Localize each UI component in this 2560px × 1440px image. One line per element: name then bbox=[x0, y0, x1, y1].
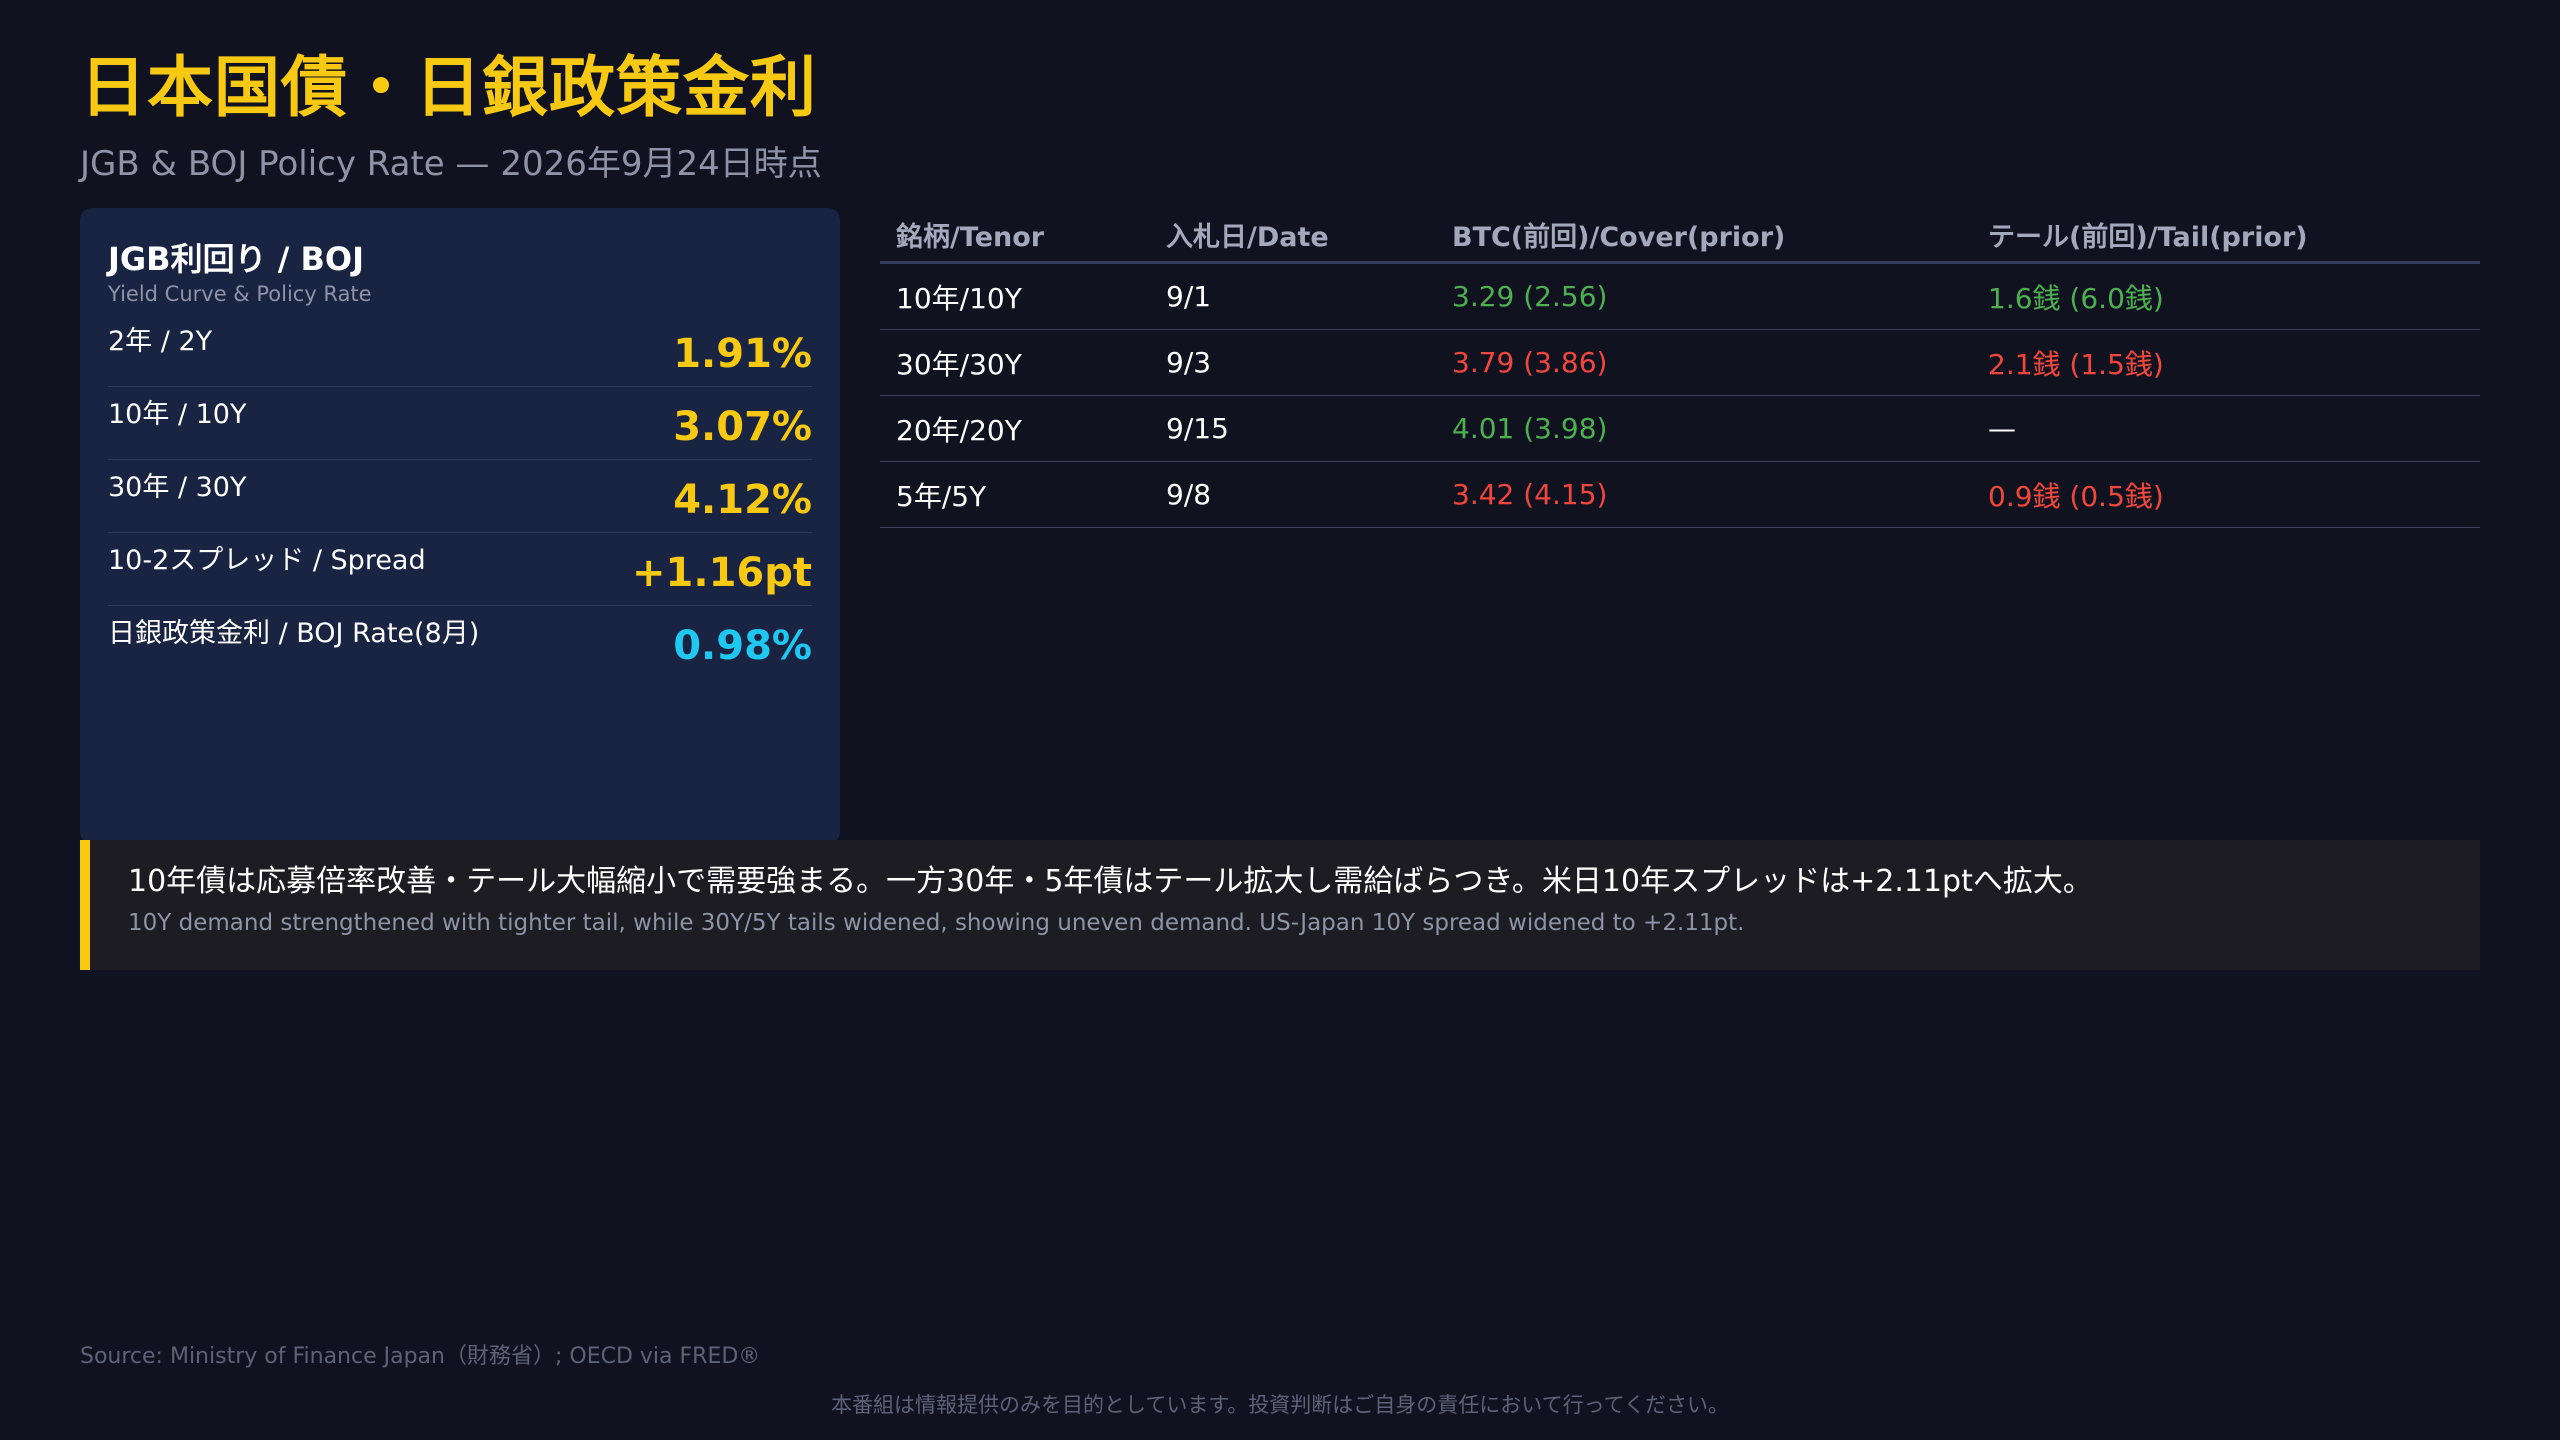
table-header: 銘柄/Tenor 入札日/Date BTC(前回)/Cover(prior) テ… bbox=[880, 208, 2480, 264]
cell-tenor: 20年/20Y bbox=[896, 413, 1022, 447]
cell-tail: 2.1銭 (1.5銭) bbox=[1988, 347, 2164, 381]
yield-card: JGB利回り / BOJ Yield Curve & Policy Rate 2… bbox=[80, 208, 840, 844]
disclaimer: 本番組は情報提供のみを目的としています。投資判断はご自身の責任において行ってくだ… bbox=[831, 1393, 1729, 1417]
metric-row-10y: 10年 / 10Y 3.07% bbox=[108, 387, 812, 460]
cell-cover: 4.01 (3.98) bbox=[1452, 412, 1608, 445]
cell-tail: 1.6銭 (6.0銭) bbox=[1988, 281, 2164, 315]
page-subtitle: JGB & BOJ Policy Rate — 2026年9月24日時点 bbox=[80, 144, 822, 184]
metric-row-spread: 10-2スプレッド / Spread +1.16pt bbox=[108, 533, 812, 606]
metric-row-2y: 2年 / 2Y 1.91% bbox=[108, 314, 812, 387]
column-header-tenor: 銘柄/Tenor bbox=[896, 222, 1045, 253]
table-row: 10年/10Y 9/1 3.29 (2.56) 1.6銭 (6.0銭) bbox=[880, 264, 2480, 330]
metric-label: 日銀政策金利 / BOJ Rate(8月) bbox=[108, 618, 480, 649]
cell-date: 9/8 bbox=[1166, 478, 1212, 511]
card-subtitle: Yield Curve & Policy Rate bbox=[108, 282, 372, 306]
column-header-cover: BTC(前回)/Cover(prior) bbox=[1452, 222, 1786, 253]
metric-label: 10年 / 10Y bbox=[108, 399, 247, 430]
cell-tenor: 10年/10Y bbox=[896, 281, 1022, 315]
cell-date: 9/3 bbox=[1166, 346, 1212, 379]
metric-row-boj-rate: 日銀政策金利 / BOJ Rate(8月) 0.98% bbox=[108, 606, 812, 679]
commentary-box: 10年債は応募倍率改善・テール大幅縮小で需要強まる。一方30年・5年債はテール拡… bbox=[80, 840, 2480, 970]
metric-label: 30年 / 30Y bbox=[108, 472, 247, 503]
table-row: 5年/5Y 9/8 3.42 (4.15) 0.9銭 (0.5銭) bbox=[880, 462, 2480, 528]
metric-value: 1.91% bbox=[673, 331, 812, 377]
metric-label: 10-2スプレッド / Spread bbox=[108, 545, 426, 576]
cell-date: 9/15 bbox=[1166, 412, 1229, 445]
cell-tail: — bbox=[1988, 412, 2016, 445]
metric-value: 0.98% bbox=[673, 623, 812, 669]
cell-cover: 3.79 (3.86) bbox=[1452, 346, 1608, 379]
metric-value: 3.07% bbox=[673, 404, 812, 450]
commentary-english: 10Y demand strengthened with tighter tai… bbox=[128, 910, 1745, 936]
cell-tail: 0.9銭 (0.5銭) bbox=[1988, 479, 2164, 513]
column-header-date: 入札日/Date bbox=[1166, 222, 1329, 253]
source-note: Source: Ministry of Finance Japan（財務省）; … bbox=[80, 1344, 761, 1369]
cell-cover: 3.29 (2.56) bbox=[1452, 280, 1608, 313]
auction-table: 銘柄/Tenor 入札日/Date BTC(前回)/Cover(prior) テ… bbox=[880, 208, 2480, 528]
commentary-japanese: 10年債は応募倍率改善・テール大幅縮小で需要強まる。一方30年・5年債はテール拡… bbox=[128, 864, 2093, 899]
card-title: JGB利回り / BOJ bbox=[108, 240, 365, 278]
table-row: 20年/20Y 9/15 4.01 (3.98) — bbox=[880, 396, 2480, 462]
page-title: 日本国債・日銀政策金利 bbox=[80, 49, 817, 126]
slide: 日本国債・日銀政策金利 JGB & BOJ Policy Rate — 2026… bbox=[0, 0, 2560, 1440]
table-row: 30年/30Y 9/3 3.79 (3.86) 2.1銭 (1.5銭) bbox=[880, 330, 2480, 396]
cell-tenor: 30年/30Y bbox=[896, 347, 1022, 381]
metric-value: +1.16pt bbox=[632, 550, 812, 596]
cell-cover: 3.42 (4.15) bbox=[1452, 478, 1608, 511]
metric-value: 4.12% bbox=[673, 477, 812, 523]
column-header-tail: テール(前回)/Tail(prior) bbox=[1988, 222, 2308, 253]
cell-date: 9/1 bbox=[1166, 280, 1212, 313]
metric-label: 2年 / 2Y bbox=[108, 326, 213, 357]
cell-tenor: 5年/5Y bbox=[896, 479, 987, 513]
metric-row-30y: 30年 / 30Y 4.12% bbox=[108, 460, 812, 533]
